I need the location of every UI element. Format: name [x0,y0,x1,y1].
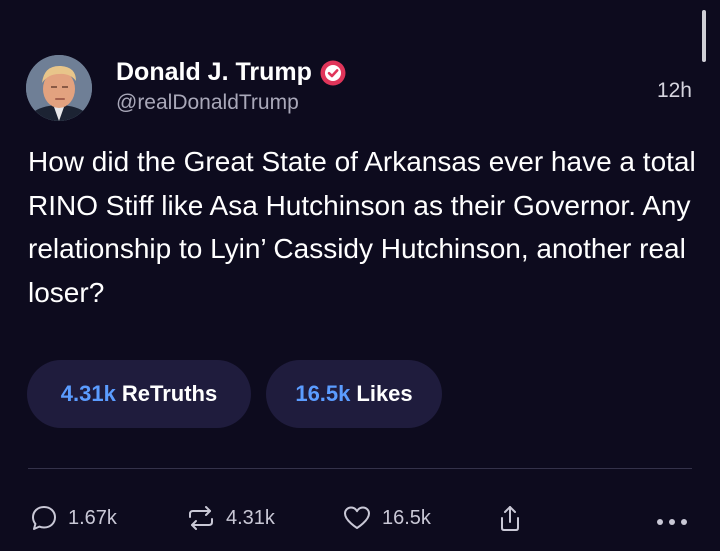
reply-count: 1.67k [68,506,117,529]
display-name[interactable]: Donald J. Trump [116,58,312,87]
likes-count: 16.5k [295,381,351,406]
heart-icon [342,504,372,532]
retruths-label: ReTruths [121,381,218,406]
more-icon [655,512,689,532]
retruth-icon [186,504,216,532]
like-count: 16.5k [382,506,431,529]
scrollbar[interactable] [702,10,706,62]
post-timestamp[interactable]: 12h [657,79,692,103]
divider [28,468,692,469]
avatar-image [26,55,92,121]
user-handle[interactable]: @realDonaldTrump [116,91,299,115]
retruths-count: 4.31k [60,381,116,406]
retruth-count: 4.31k [226,506,275,529]
reply-icon [30,504,58,532]
verified-badge-icon [320,60,346,86]
post-text: How did the Great State of Arkansas ever… [28,146,696,308]
author-name-row: Donald J. Trump [116,58,346,87]
likes-count-button[interactable]: 16.5k Likes [266,360,442,428]
retruth-button[interactable]: 4.31k [186,504,275,532]
retruths-count-button[interactable]: 4.31k ReTruths [27,360,251,428]
share-button[interactable] [498,504,522,532]
reply-button[interactable]: 1.67k [30,504,117,532]
avatar[interactable] [26,55,92,121]
likes-label: Likes [356,381,413,406]
like-button[interactable]: 16.5k [342,504,431,532]
more-options-button[interactable] [655,508,689,536]
share-icon [498,504,522,532]
